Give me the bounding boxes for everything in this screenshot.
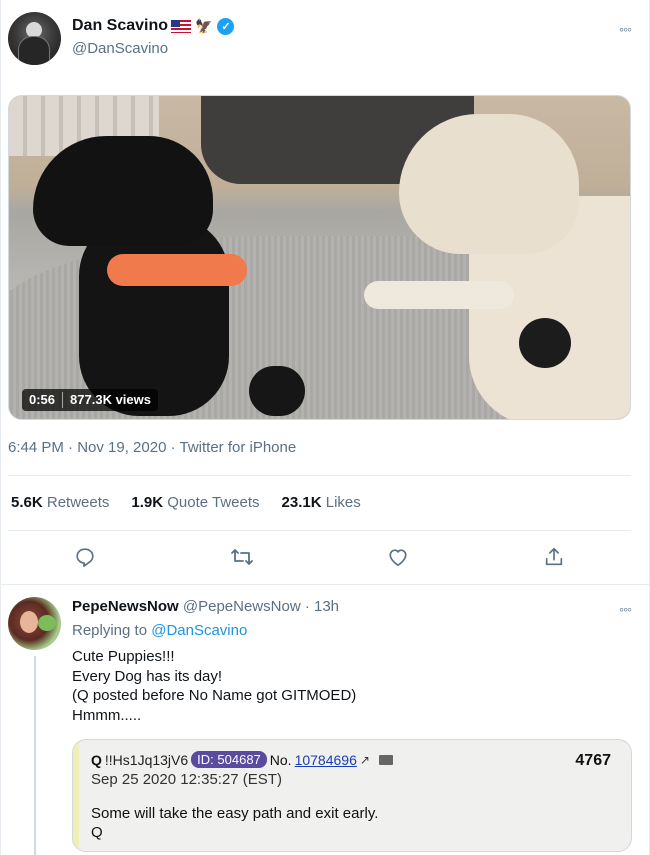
reply-avatar-face	[20, 611, 38, 633]
eagle-icon: 🦅	[195, 17, 213, 34]
reply-attached-image[interactable]: Q !!Hs1Jq13jV6 ID: 504687 No. 10784696 ↗ …	[72, 739, 632, 852]
engagement-stats: 5.6K Retweets 1.9K Quote Tweets 23.1K Li…	[11, 494, 361, 511]
frame-border-left	[0, 0, 1, 855]
heart-icon	[389, 549, 407, 566]
reply-icon	[76, 548, 94, 567]
avatar-figure-body	[18, 36, 50, 65]
more-options-icon[interactable]: ◦◦◦	[619, 21, 632, 37]
reply-button[interactable]	[72, 544, 98, 570]
retweets-stat[interactable]: 5.6K Retweets	[11, 494, 109, 511]
q-post-header: Q !!Hs1Jq13jV6 ID: 504687 No. 10784696 ↗	[91, 751, 393, 768]
q-post-signature: Q	[91, 824, 103, 841]
quote-tweets-label: Quote Tweets	[167, 494, 260, 511]
image-left-edge	[73, 740, 79, 851]
q-post-body-line: Some will take the easy path and exit ea…	[91, 805, 379, 822]
replying-to: Replying to @DanScavino	[72, 622, 247, 639]
reply-handle-time[interactable]: @PepeNewsNow · 13h	[183, 598, 339, 615]
divider	[8, 530, 631, 531]
share-button[interactable]	[541, 544, 567, 570]
author-display-name[interactable]: Dan Scavino	[72, 17, 168, 35]
divider	[0, 584, 650, 585]
tweet-action-bar	[0, 540, 650, 578]
replying-mention-link[interactable]: @DanScavino	[151, 622, 247, 639]
black-dog-paw	[249, 366, 305, 416]
likes-label: Likes	[325, 494, 361, 511]
reply-line: Hmmm.....	[72, 706, 142, 724]
reply-more-options-icon[interactable]: ◦◦◦	[619, 601, 632, 617]
quote-tweets-stat[interactable]: 1.9K Quote Tweets	[131, 494, 259, 511]
avatar[interactable]	[8, 12, 61, 65]
retweet-button[interactable]	[229, 544, 255, 570]
black-toy	[519, 318, 571, 368]
q-post-count: 4767	[575, 752, 611, 769]
reply-avatar-frog	[38, 615, 56, 631]
reply-avatar[interactable]	[8, 597, 61, 650]
author-handle[interactable]: @DanScavino	[72, 40, 168, 57]
reply-header: PepeNewsNow @PepeNewsNow · 13h	[72, 598, 339, 615]
q-post-no-label: No.	[269, 751, 292, 768]
white-dog-paw	[364, 281, 514, 309]
reply-line: Every Dog has its day!	[72, 667, 223, 685]
retweets-count: 5.6K	[11, 494, 43, 511]
tweet-timestamp[interactable]: 6:44 PM · Nov 19, 2020 · Twitter for iPh…	[8, 439, 296, 456]
us-flag-icon	[171, 19, 192, 33]
external-link-icon: ↗	[359, 752, 370, 767]
folder-icon	[378, 754, 393, 765]
likes-stat[interactable]: 23.1K Likes	[282, 494, 361, 511]
retweets-label: Retweets	[46, 494, 110, 511]
thread-line	[34, 656, 36, 855]
reply-display-name[interactable]: PepeNewsNow	[72, 598, 179, 615]
q-post-tripcode: !!Hs1Jq13jV6	[104, 751, 189, 768]
q-post-number-link: 10784696	[294, 751, 357, 768]
orange-toy	[107, 254, 247, 286]
tweet-video[interactable]: 0:56 877.3K views	[8, 95, 631, 420]
divider	[8, 475, 631, 476]
retweet-icon	[231, 549, 253, 565]
verified-badge-icon: ✓	[217, 17, 235, 35]
black-dog-body	[79, 216, 229, 416]
reply-line: Cute Puppies!!!	[72, 648, 175, 665]
video-duration: 0:56	[29, 392, 56, 407]
white-dog-head	[399, 114, 579, 254]
reply-body: Cute Puppies!!! Every Dog has its day! (…	[72, 647, 356, 725]
q-post-id-badge: ID: 504687	[191, 751, 267, 768]
quote-tweets-count: 1.9K	[131, 494, 164, 511]
video-info-badge: 0:56 877.3K views	[22, 389, 158, 411]
reply-line: (Q posted before No Name got GITMOED)	[72, 687, 357, 704]
q-post-date: Sep 25 2020 12:35:27 (EST)	[91, 771, 282, 788]
author-name-row: Dan Scavino 🦅 ✓	[72, 17, 235, 35]
share-icon	[545, 547, 563, 566]
q-post-body: Some will take the easy path and exit ea…	[91, 804, 378, 842]
like-button[interactable]	[385, 544, 411, 570]
replying-prefix: Replying to	[72, 622, 152, 639]
black-dog-head	[33, 136, 213, 246]
video-views: 877.3K views	[70, 392, 151, 407]
q-post-name: Q	[91, 751, 102, 768]
likes-count: 23.1K	[281, 494, 322, 511]
